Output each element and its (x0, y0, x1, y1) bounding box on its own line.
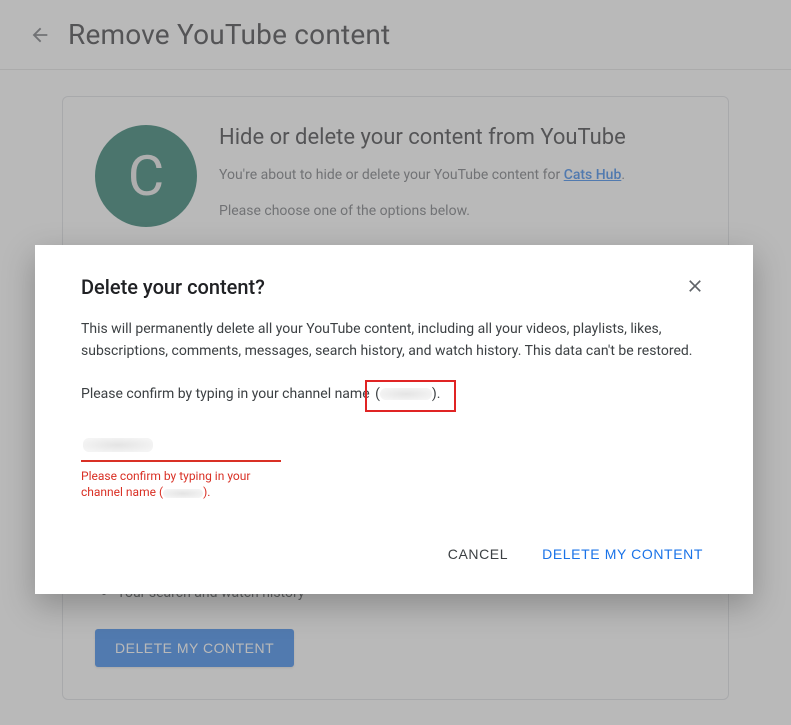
confirm-pre: Please confirm by typing in your channel… (81, 386, 373, 402)
confirm-delete-button[interactable]: DELETE MY CONTENT (538, 540, 707, 568)
channel-name-input[interactable] (81, 434, 281, 462)
redacted-error-name (163, 489, 203, 498)
channel-name-callout: (). (365, 380, 456, 412)
dialog-actions: CANCEL DELETE MY CONTENT (81, 540, 707, 568)
dialog-body: This will permanently delete all your Yo… (81, 319, 707, 412)
dialog-confirm-instruction: Please confirm by typing in your channel… (81, 380, 707, 412)
error-post: ). (203, 485, 210, 499)
redacted-channel-name (380, 388, 432, 400)
redacted-input-value (83, 438, 153, 452)
close-icon[interactable] (685, 276, 707, 298)
confirm-field-wrap: Please confirm by typing in your channel… (81, 434, 281, 500)
delete-content-dialog: Delete your content? This will permanent… (35, 245, 753, 594)
dialog-warning-text: This will permanently delete all your Yo… (81, 319, 707, 362)
field-error-text: Please confirm by typing in your channel… (81, 468, 281, 500)
cancel-button[interactable]: CANCEL (444, 540, 512, 568)
confirm-post: ). (432, 386, 441, 402)
dialog-title: Delete your content? (81, 275, 265, 299)
